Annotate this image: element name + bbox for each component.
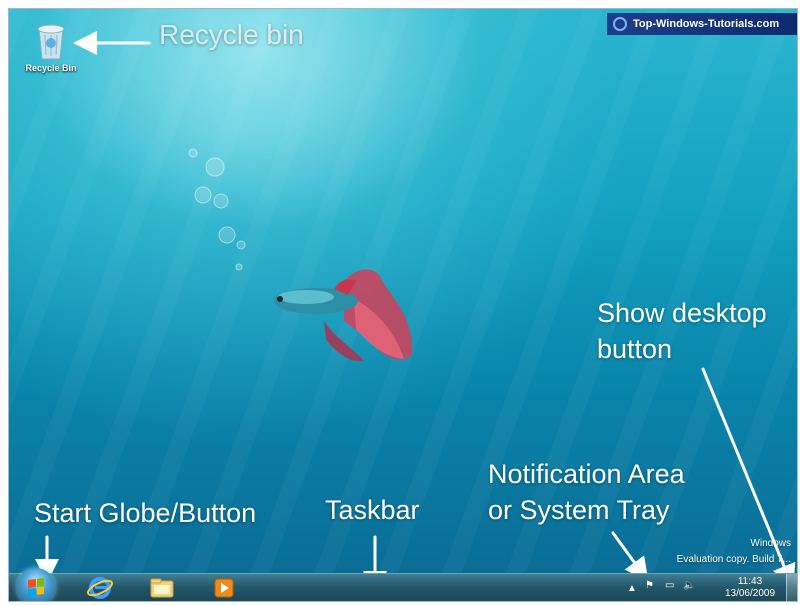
volume-icon[interactable]: 🔈 xyxy=(683,580,695,591)
media-player-icon xyxy=(214,578,234,598)
fish-wallpaper xyxy=(274,269,413,362)
annotation-notification-line2: or System Tray xyxy=(488,495,670,525)
taskbar-pin-media-player[interactable] xyxy=(211,576,237,600)
chevron-up-icon[interactable]: ▲ xyxy=(627,583,637,594)
annotation-recycle-bin: Recycle bin xyxy=(159,19,304,50)
watermark-logo: Top-Windows-Tutorials.com xyxy=(607,13,797,35)
taskbar: ▲ ⚑ ▭ 🔈 11:43 13/06/2009 xyxy=(9,568,797,601)
start-button[interactable] xyxy=(17,568,55,601)
desktop[interactable]: Recycle Bin Top-Windows-Tutorials.com Re… xyxy=(9,9,797,573)
evaluation-line2: Evaluation copy. Build 7... xyxy=(676,554,791,565)
bubbles-decoration xyxy=(188,148,246,271)
recycle-bin-icon[interactable]: Recycle Bin xyxy=(21,21,81,73)
annotation-show-desktop: Show desktop button xyxy=(597,295,767,367)
annotation-show-desktop-line1: Show desktop xyxy=(597,298,767,328)
action-center-flag-icon[interactable]: ⚑ xyxy=(645,580,654,591)
clock-time: 11:43 xyxy=(737,576,763,587)
notification-area: ▲ ⚑ ▭ 🔈 11:43 13/06/2009 xyxy=(617,574,797,601)
network-icon[interactable]: ▭ xyxy=(665,580,674,591)
evaluation-watermark: Windows Evaluation copy. Build 7... xyxy=(677,536,791,568)
windows-explorer-icon xyxy=(150,578,174,598)
clock-date: 13/06/2009 xyxy=(724,588,776,599)
taskbar-pin-internet-explorer[interactable] xyxy=(87,576,113,600)
watermark-text: Top-Windows-Tutorials.com xyxy=(633,18,780,30)
annotation-start-button: Start Globe/Button xyxy=(34,498,257,528)
screenshot-frame: Recycle Bin Top-Windows-Tutorials.com Re… xyxy=(8,8,798,602)
annotation-taskbar: Taskbar xyxy=(325,495,420,525)
show-desktop-button[interactable] xyxy=(786,574,797,601)
taskbar-pin-windows-explorer[interactable] xyxy=(149,576,175,600)
annotation-notification-area: Notification Area or System Tray xyxy=(488,456,685,528)
recycle-bin-label: Recycle Bin xyxy=(25,63,77,73)
logo-ring-icon xyxy=(613,17,627,31)
trash-can-icon xyxy=(37,24,65,60)
annotation-notification-line1: Notification Area xyxy=(488,459,685,489)
windows-logo-icon xyxy=(28,577,44,597)
annotation-show-desktop-line2: button xyxy=(597,334,673,364)
internet-explorer-icon xyxy=(87,577,113,599)
clock[interactable]: 11:43 13/06/2009 xyxy=(717,576,783,600)
evaluation-line1: Windows xyxy=(750,538,791,549)
